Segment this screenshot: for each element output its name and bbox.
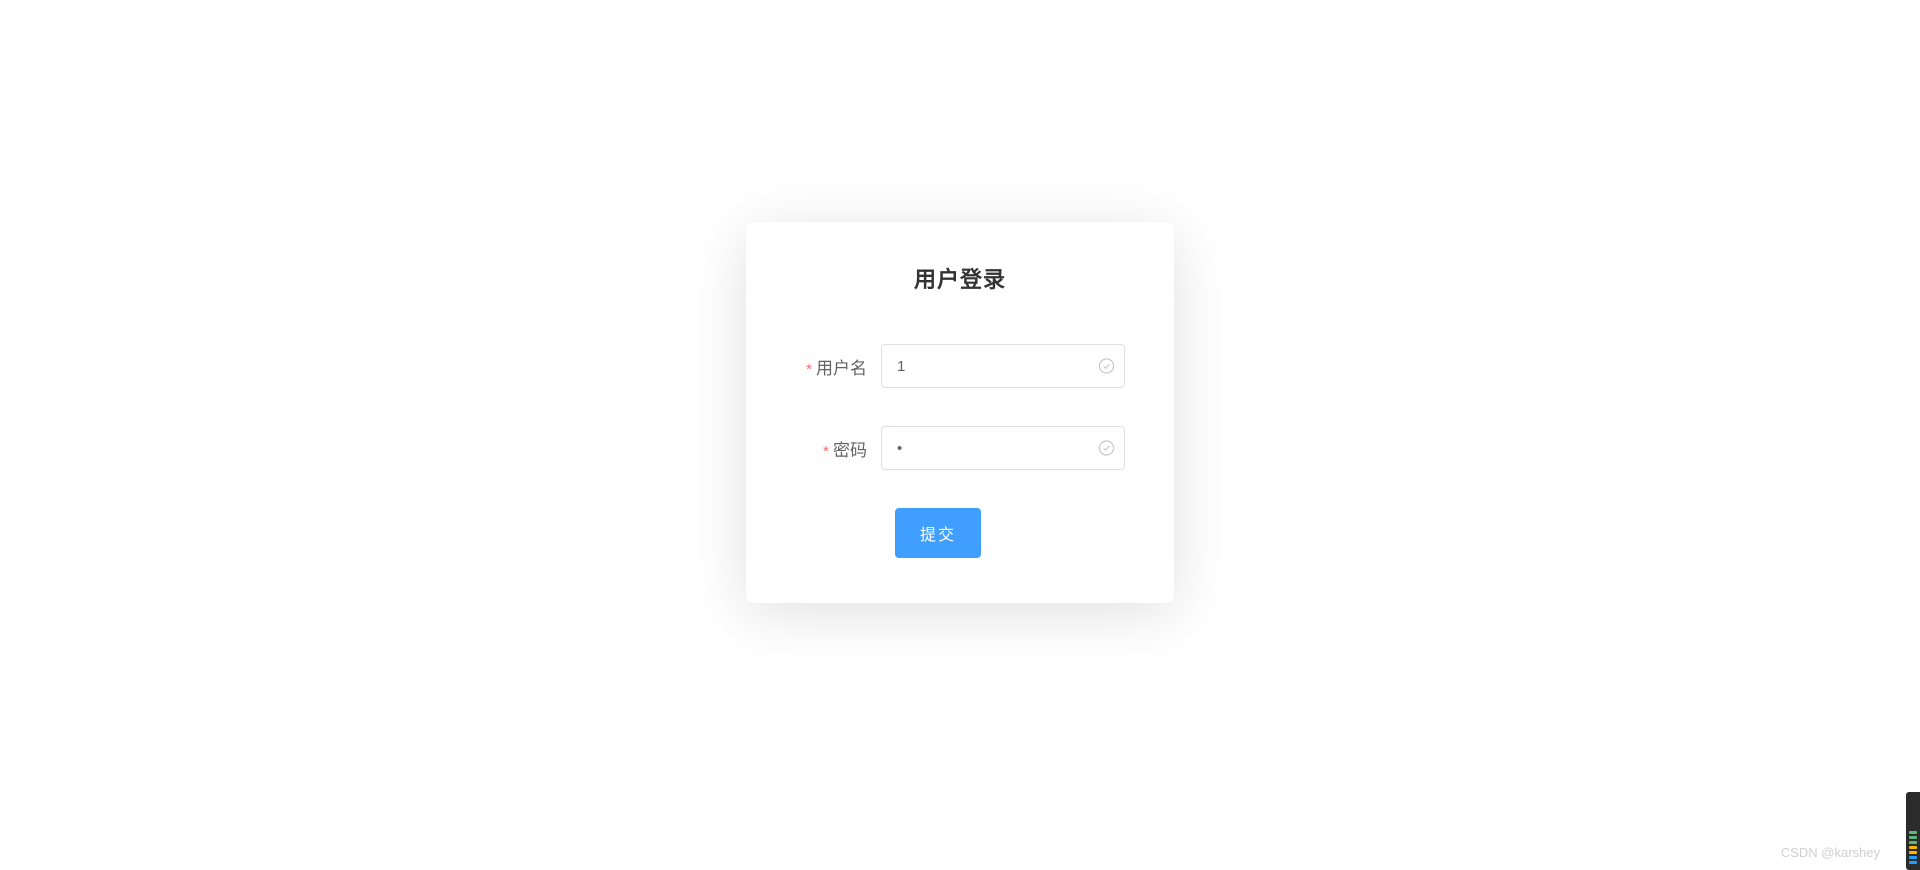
username-input-wrap (881, 344, 1125, 388)
required-star-icon: * (806, 361, 812, 378)
side-bar-icon (1909, 846, 1917, 849)
required-star-icon: * (823, 443, 829, 460)
side-bar-icon (1909, 841, 1917, 844)
submit-button[interactable]: 提交 (895, 508, 981, 558)
side-bar-icon (1909, 861, 1917, 864)
watermark-text: CSDN @karshey (1781, 845, 1880, 860)
username-label-wrap: *用户名 (791, 354, 881, 379)
password-input[interactable] (881, 426, 1125, 470)
password-label: 密码 (833, 441, 867, 460)
username-row: *用户名 (791, 344, 1129, 388)
password-input-wrap (881, 426, 1125, 470)
password-label-wrap: *密码 (791, 436, 881, 461)
password-row: *密码 (791, 426, 1129, 470)
side-bar-icon (1909, 836, 1917, 839)
login-title: 用户登录 (791, 262, 1129, 294)
side-bar-icon (1909, 856, 1917, 859)
login-card: 用户登录 *用户名 *密码 (746, 222, 1174, 603)
side-bar-icon (1909, 851, 1917, 854)
side-bar-icon (1909, 831, 1917, 834)
username-input[interactable] (881, 344, 1125, 388)
side-widget[interactable] (1906, 792, 1920, 870)
submit-row: 提交 (791, 508, 1129, 558)
username-label: 用户名 (816, 359, 867, 378)
